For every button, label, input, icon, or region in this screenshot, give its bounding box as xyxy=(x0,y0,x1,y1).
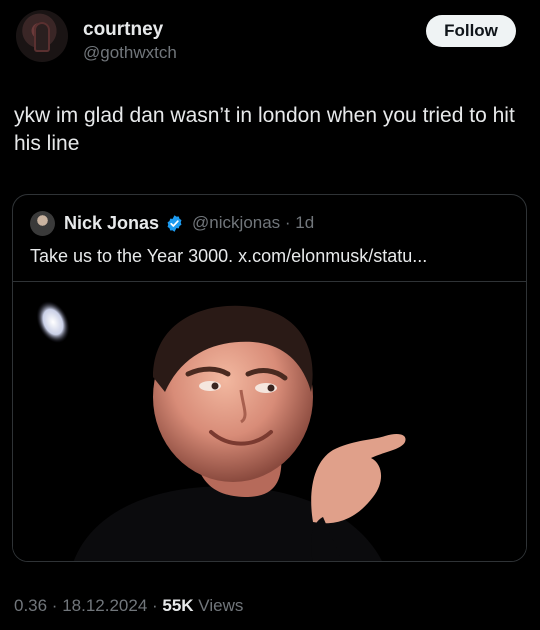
quoted-handle-time: @nickjonas · 1d xyxy=(192,213,315,232)
quoted-tweet-text: Take us to the Year 3000. x.com/elonmusk… xyxy=(30,246,428,266)
views-count: 55K xyxy=(162,596,194,615)
quoted-tweet[interactable]: Nick Jonas @nickjonas · 1d Take us to th… xyxy=(12,194,527,562)
quoted-author-name[interactable]: Nick Jonas xyxy=(64,213,159,234)
views-label: Views xyxy=(193,596,244,615)
quoted-media-image[interactable] xyxy=(13,281,526,561)
follow-button[interactable]: Follow xyxy=(426,15,516,47)
tweet-time-date[interactable]: 0.36 · 18.12.2024 · xyxy=(14,596,162,615)
tweet-meta: 0.36 · 18.12.2024 · 55K Views xyxy=(14,596,243,616)
author-avatar[interactable] xyxy=(16,10,68,62)
verified-badge-icon xyxy=(167,214,182,232)
quoted-tweet-header: Nick Jonas @nickjonas · 1d xyxy=(30,209,314,237)
author-name[interactable]: courtney xyxy=(83,19,163,41)
quoted-author-avatar[interactable] xyxy=(30,210,55,236)
tweet-text: ykw im glad dan wasn’t in london when yo… xyxy=(14,104,515,155)
author-handle[interactable]: @gothwxtch xyxy=(83,43,177,63)
